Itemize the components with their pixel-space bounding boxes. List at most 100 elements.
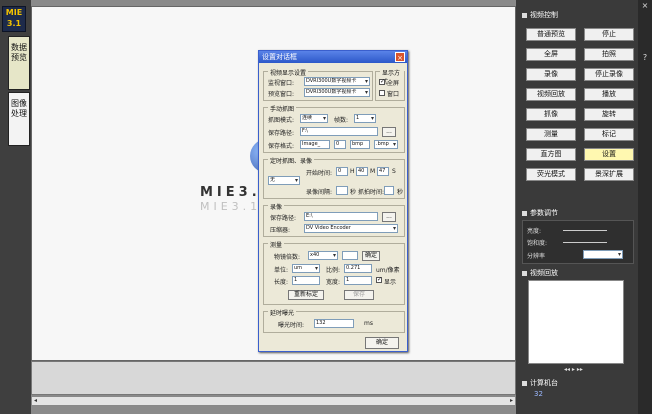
show-label: 显示 [384, 279, 397, 286]
preview-select[interactable]: DVRI300U数字视频卡 [304, 88, 370, 97]
saturation-slider[interactable] [563, 242, 607, 243]
unit-select[interactable]: um [292, 264, 320, 273]
count-header: 计算机台 [522, 378, 634, 388]
browse-button[interactable]: ... [382, 127, 396, 137]
dialog-title: 设置对话框 × [259, 51, 407, 63]
control-button-2-1[interactable]: 停止录像 [584, 68, 634, 81]
dialog-title-text: 设置对话框 [262, 53, 297, 61]
manual-capture-group: 手动抓图 抓图模式: 连续 帧数: 1 保存路径: F:\ ... 保存格式: … [263, 104, 405, 153]
minute-unit: M [370, 168, 376, 175]
left-sidebar: MIE 3.1 数据预览 图像处理 [0, 0, 31, 414]
start-minute-input[interactable]: 40 [356, 167, 368, 176]
show-checkbox[interactable] [376, 276, 382, 283]
scroll-left-icon[interactable]: ◂ [34, 397, 37, 404]
start-second-input[interactable]: 47 [377, 167, 389, 176]
control-button-5-1[interactable]: 标记 [584, 128, 634, 141]
timer-mode-select[interactable]: 无 [268, 176, 300, 185]
length-input[interactable]: 1 [292, 276, 320, 285]
record-path-label: 保存路径: [270, 215, 297, 222]
control-button-5-0[interactable]: 测量 [526, 128, 576, 141]
frame-count-select[interactable]: 1 [354, 114, 376, 123]
save-calibration-button[interactable]: 保存 [344, 290, 374, 300]
control-button-6-0[interactable]: 直方图 [526, 148, 576, 161]
exposure-input[interactable]: 132 [314, 319, 354, 328]
resolution-select[interactable] [583, 250, 623, 259]
window-label: 窗口 [387, 91, 400, 98]
resolution-label: 分辨率 [527, 253, 546, 260]
capture-duration-label: 抓拍时间: [358, 189, 385, 196]
control-button-6-1[interactable]: 设置 [584, 148, 634, 161]
save-path-input[interactable]: F:\ [300, 127, 378, 136]
preview-label: 预览窗口: [268, 91, 295, 98]
control-button-0-0[interactable]: 普通预览 [526, 28, 576, 41]
capture-duration-unit: 秒 [397, 189, 404, 196]
window-controls: × ? [638, 0, 652, 414]
control-button-3-1[interactable]: 播放 [584, 88, 634, 101]
control-button-1-0[interactable]: 全屏 [526, 48, 576, 61]
brightness-slider[interactable] [563, 230, 607, 231]
record-path-input[interactable]: E:\ [304, 212, 378, 221]
codec-label: 压缩器: [270, 227, 291, 234]
fullscreen-checkbox[interactable] [379, 78, 385, 85]
control-button-7-0[interactable]: 荧光模式 [526, 168, 576, 181]
record-browse-button[interactable]: ... [382, 212, 396, 222]
fullscreen-label: 全屏 [387, 80, 400, 87]
codec-select[interactable]: DV Video Encoder [304, 224, 398, 233]
file-prefix-input[interactable]: Image_ [300, 140, 330, 149]
measure-group: 测量 物镜倍数: x40 确定 单位: um 比例: 0.271 um/像素 长… [263, 240, 405, 305]
control-button-1-1[interactable]: 拍照 [584, 48, 634, 61]
objective-custom-input[interactable] [342, 251, 358, 260]
file-type-input[interactable]: bmp [350, 140, 370, 149]
file-number-input[interactable]: 0 [334, 140, 346, 149]
video-control-header: 视频控制 [522, 10, 634, 20]
save-format-label: 保存格式: [268, 143, 295, 150]
file-ext-select[interactable]: .bmp [374, 140, 398, 149]
length-label: 长度: [274, 279, 289, 286]
capture-mode-select[interactable]: 连续 [300, 114, 328, 123]
manual-group-title: 手动抓图 [268, 104, 297, 113]
control-button-0-1[interactable]: 停止 [584, 28, 634, 41]
control-button-7-1[interactable]: 景深扩展 [584, 168, 634, 181]
objective-label: 物镜倍数: [274, 254, 301, 261]
tab-image-processing[interactable]: 图像处理 [8, 92, 30, 146]
start-time-label: 开始时间: [306, 170, 333, 177]
save-path-label: 保存路径: [268, 130, 295, 137]
start-hour-input[interactable]: 0 [336, 167, 348, 176]
record-interval-unit: 秒 [350, 189, 357, 196]
app-logo: MIE 3.1 [2, 6, 26, 32]
count-value: 32 [534, 390, 543, 398]
record-group: 录像 保存路径: E:\ ... 压缩器: DV Video Encoder [263, 202, 405, 237]
recalibrate-button[interactable]: 重新标定 [288, 290, 324, 300]
tab-data-preview[interactable]: 数据预览 [8, 36, 30, 90]
objective-select[interactable]: x40 [308, 251, 338, 260]
ok-button[interactable]: 确定 [365, 337, 399, 349]
view-group: 视频显示设置 监视窗口: DVRI300U数字视频卡 预览窗口: DVRI300… [263, 68, 373, 101]
scale-input[interactable]: 0.271 [344, 264, 372, 273]
width-input[interactable]: 1 [344, 276, 372, 285]
timer-group-title: 定时抓图、录像 [268, 156, 315, 165]
scroll-right-icon[interactable]: ▸ [510, 397, 513, 404]
saturation-label: 饱和度: [527, 240, 548, 247]
objective-apply-button[interactable]: 确定 [362, 251, 380, 261]
measure-group-title: 测量 [268, 240, 285, 249]
control-button-2-0[interactable]: 录像 [526, 68, 576, 81]
brightness-label: 亮度: [527, 228, 542, 235]
playback-controls[interactable]: ◂◂ ▸ ▸▸ [564, 366, 583, 373]
record-interval-input[interactable] [336, 186, 348, 195]
param-panel: 亮度: 饱和度: 分辨率 [522, 220, 634, 264]
monitor-select[interactable]: DVRI300U数字视频卡 [304, 77, 370, 86]
control-button-4-0[interactable]: 抓像 [526, 108, 576, 121]
control-button-3-0[interactable]: 视频回放 [526, 88, 576, 101]
capture-duration-input[interactable] [384, 186, 394, 195]
brand-reflection: MIE3.1 [200, 200, 262, 213]
window-checkbox[interactable] [379, 90, 385, 96]
help-icon[interactable]: ? [638, 52, 652, 64]
horizontal-scrollbar[interactable]: ◂ ▸ [31, 396, 516, 406]
right-panel: 视频控制 普通预览 停止 全屏 拍照 录像 停止录像 视频回放 播放 抓像 旋转 测量 标记 直方图 设置… [516, 0, 638, 414]
unit-label: 单位: [274, 267, 289, 274]
record-group-title: 录像 [268, 202, 285, 211]
control-button-4-1[interactable]: 旋转 [584, 108, 634, 121]
delay-group-title: 延时曝光 [268, 308, 297, 317]
close-icon[interactable]: × [638, 0, 652, 12]
close-icon[interactable]: × [395, 52, 405, 62]
